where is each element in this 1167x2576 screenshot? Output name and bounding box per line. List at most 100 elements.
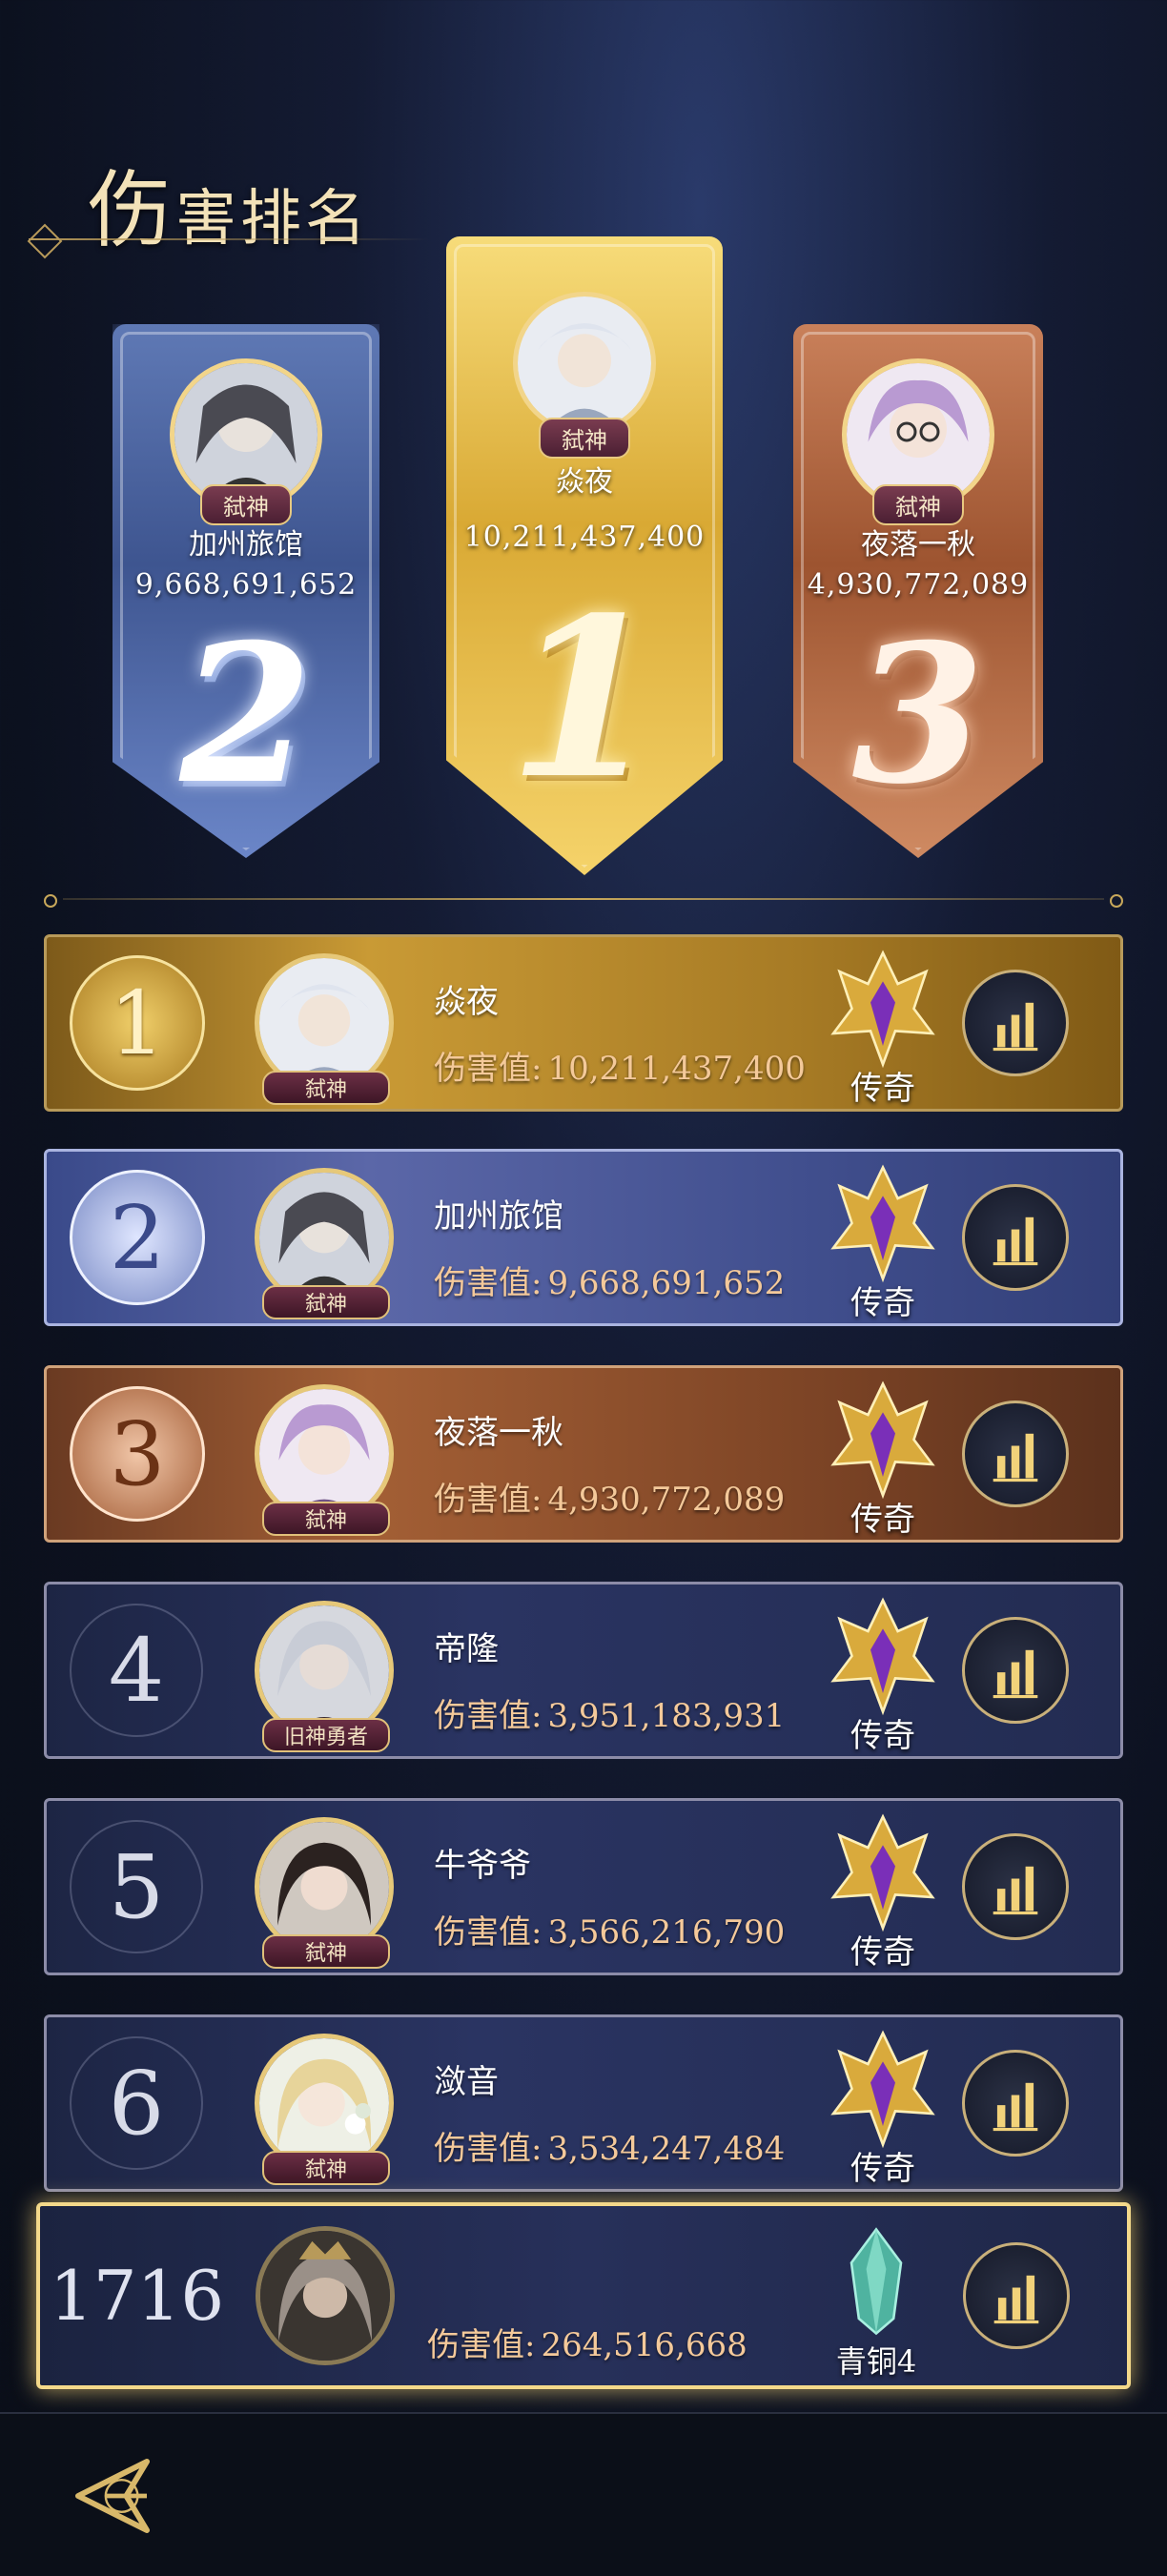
podium-badge: 弑神 (872, 484, 964, 525)
bar-chart-icon (993, 2275, 1039, 2324)
damage-value: 伤害值: 3,534,247,484 (434, 2122, 785, 2169)
back-arrow-icon (75, 2459, 150, 2533)
legend-crest-icon (830, 1164, 935, 1283)
podium-first[interactable]: 弑神 焱夜 10,211,437,400 1 (446, 236, 723, 875)
tier-badge: 传奇 (821, 1810, 945, 1973)
ranking-row[interactable]: 1 弑神 焱夜 伤害值: 10,211,437,400 传奇 (44, 934, 1123, 1112)
tier-label: 传奇 (850, 2150, 915, 2188)
damage-number: 3,951,183,931 (547, 1697, 786, 1735)
tier-badge: 传奇 (821, 2027, 945, 2189)
stats-button[interactable] (962, 970, 1069, 1076)
damage-label: 伤害值: (434, 1697, 543, 1735)
title-badge: 弑神 (262, 1502, 390, 1536)
rank-number: 1 (70, 955, 205, 1091)
legend-crest-icon (830, 950, 935, 1069)
avatar-portrait-icon (259, 2038, 389, 2168)
avatar-portrait-icon (259, 1822, 389, 1952)
title-underline (29, 238, 429, 240)
avatar-portrait-icon (259, 1389, 389, 1519)
bar-chart-icon (993, 1002, 1038, 1052)
damage-value: 伤害值: 10,211,437,400 (434, 1042, 806, 1089)
damage-value: 伤害值: 3,951,183,931 (434, 1689, 785, 1736)
rank-number: 2 (70, 1170, 205, 1305)
my-rank-number: 1716 (50, 2256, 225, 2336)
page-title-first: 伤 (88, 161, 176, 259)
rank-number: 6 (70, 2036, 203, 2170)
tier-label: 传奇 (850, 1070, 915, 1108)
damage-value: 伤害值: 3,566,216,790 (434, 1906, 785, 1952)
tier-label: 传奇 (850, 1284, 915, 1322)
podium-name: 焱夜 (556, 465, 613, 499)
player-name: 加州旅馆 (434, 1197, 563, 1236)
damage-number: 9,668,691,652 (547, 1264, 786, 1302)
rank-number: 5 (70, 1820, 203, 1953)
title-badge: 弑神 (262, 1071, 390, 1105)
page-title: 伤害排名 (88, 143, 370, 264)
damage-label: 伤害值: (434, 2130, 543, 2168)
avatar-portrait-icon (259, 1173, 389, 1302)
my-avatar[interactable] (256, 2226, 395, 2365)
section-divider (44, 894, 1123, 908)
my-damage-value: 伤害值: 264,516,668 (427, 2319, 747, 2365)
bottom-bar (0, 2412, 1167, 2576)
bar-chart-icon (993, 1216, 1038, 1266)
ranking-row[interactable]: 4 旧神勇者 帝隆 伤害值: 3,951,183,931 传奇 (44, 1582, 1123, 1759)
my-ranking-row[interactable]: 1716 伤害值: 264,516,668 青铜4 (36, 2202, 1131, 2389)
bronze-crystal-icon (850, 2227, 903, 2336)
podium-badge: 弑神 (200, 484, 292, 525)
tier-label: 传奇 (850, 1933, 915, 1972)
damage-value: 伤害值: 9,668,691,652 (434, 1257, 785, 1303)
podium-score: 10,211,437,400 (463, 521, 706, 554)
stats-button[interactable] (962, 1617, 1069, 1724)
tier-badge: 传奇 (821, 1378, 945, 1540)
stats-button[interactable] (962, 1833, 1069, 1940)
ranking-row[interactable]: 2 弑神 加州旅馆 伤害值: 9,668,691,652 传奇 (44, 1149, 1123, 1326)
damage-number: 264,516,668 (541, 2326, 747, 2364)
stats-button[interactable] (962, 1184, 1069, 1291)
tier-label: 传奇 (850, 1717, 915, 1755)
podium-rank-number: 3 (851, 603, 985, 827)
avatar-portrait-icon (260, 2231, 390, 2361)
ranking-row[interactable]: 3 弑神 夜落一秋 伤害值: 4,930,772,089 传奇 (44, 1365, 1123, 1543)
avatar-portrait-icon (518, 296, 651, 430)
legend-crest-icon (830, 1597, 935, 1716)
bar-chart-icon (993, 1866, 1038, 1915)
damage-label: 伤害值: (434, 1481, 543, 1519)
tier-label: 传奇 (850, 1501, 915, 1539)
legend-crest-icon (830, 1813, 935, 1932)
stats-button[interactable] (963, 2242, 1070, 2349)
player-name: 潋音 (434, 2063, 499, 2101)
back-button[interactable] (55, 2439, 170, 2553)
title-badge: 弑神 (262, 2151, 390, 2185)
podium-score: 4,930,772,089 (807, 568, 1030, 602)
damage-label: 伤害值: (434, 1050, 543, 1088)
tier-badge: 传奇 (821, 1594, 945, 1756)
bar-chart-icon (993, 2082, 1038, 2132)
bar-chart-icon (993, 1649, 1038, 1699)
player-name: 帝隆 (434, 1630, 499, 1668)
ranking-row[interactable]: 6 弑神 潋音 伤害值: 3,534,247,484 传奇 (44, 2014, 1123, 2192)
my-tier-badge: 青铜4 (814, 2219, 938, 2382)
podium-rank-number: 2 (179, 603, 313, 827)
page-title-rest: 害排名 (175, 184, 371, 255)
avatar-portrait-icon (259, 1605, 389, 1735)
damage-number: 4,930,772,089 (547, 1481, 786, 1519)
player-name: 焱夜 (434, 983, 499, 1021)
title-ornament-icon (27, 223, 63, 259)
title-badge: 旧神勇者 (262, 1718, 390, 1752)
rank-number: 4 (70, 1604, 203, 1737)
podium-avatar-first (513, 292, 656, 435)
stats-button[interactable] (962, 1400, 1069, 1507)
damage-label: 伤害值: (427, 2326, 536, 2364)
ranking-row[interactable]: 5 弑神 牛爷爷 伤害值: 3,566,216,790 传奇 (44, 1798, 1123, 1975)
podium-second[interactable]: 弑神 加州旅馆 9,668,691,652 2 (113, 324, 379, 858)
title-badge: 弑神 (262, 1285, 390, 1319)
podium-score: 9,668,691,652 (134, 568, 358, 602)
damage-number: 3,534,247,484 (547, 2130, 786, 2168)
rank-number: 3 (70, 1386, 205, 1522)
damage-label: 伤害值: (434, 1264, 543, 1302)
podium-third[interactable]: 弑神 夜落一秋 4,930,772,089 3 (793, 324, 1043, 858)
stats-button[interactable] (962, 2050, 1069, 2157)
podium-name: 夜落一秋 (861, 528, 975, 562)
damage-label: 伤害值: (434, 1913, 543, 1952)
